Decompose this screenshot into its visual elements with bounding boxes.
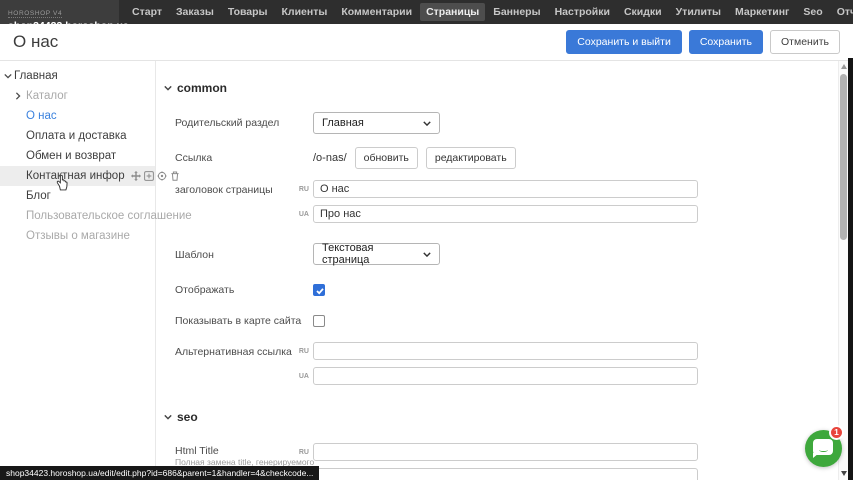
nav-discounts[interactable]: Скидки	[618, 3, 668, 21]
link-update-button[interactable]: обновить	[355, 147, 418, 169]
tree-item-blog[interactable]: Блог	[0, 186, 155, 206]
lang-badge-ru: RU	[296, 449, 309, 456]
chevron-down-icon	[423, 252, 431, 257]
status-url-tooltip: shop34423.horoshop.ua/edit/edit.php?id=6…	[0, 466, 319, 480]
section-common[interactable]: common	[164, 81, 227, 95]
alt-link-label: Альтернативная ссылка	[175, 346, 292, 358]
link-value: /o-nas/	[313, 152, 347, 164]
scroll-down-arrow-icon[interactable]	[841, 471, 847, 476]
link-label: Ссылка	[175, 152, 212, 164]
nav-pages[interactable]: Страницы	[420, 3, 485, 21]
html-title-ua-input[interactable]	[313, 468, 698, 480]
tree-item-payment-delivery[interactable]: Оплата и доставка	[0, 126, 155, 146]
tree-item-home[interactable]: Главная	[0, 66, 155, 86]
page-title-ua-input[interactable]	[313, 205, 698, 223]
lang-badge-ua: UA	[296, 211, 309, 218]
tree-item-contact-info[interactable]: Контактная инфор	[0, 166, 155, 186]
tree-item-label: Пользовательское соглашение	[26, 210, 192, 222]
tree-item-label: Отзывы о магазине	[26, 230, 130, 242]
chevron-down-icon	[164, 85, 172, 91]
tree-item-label: Обмен и возврат	[26, 150, 116, 162]
page-title-label: заголовок страницы	[175, 184, 273, 196]
tree-item-label: Оплата и доставка	[26, 130, 127, 142]
tree-item-exchange-return[interactable]: Обмен и возврат	[0, 146, 155, 166]
tree-item-label: О нас	[26, 110, 57, 122]
nav-seo[interactable]: Seo	[797, 3, 828, 21]
topbar: HOROSHOP V4 shop34423.horoshop.ua Старт …	[0, 0, 853, 24]
alt-link-ua-input[interactable]	[313, 367, 698, 385]
scrollbar-thumb[interactable]	[840, 74, 847, 240]
save-and-exit-button[interactable]: Сохранить и выйти	[566, 30, 682, 55]
nav-reports[interactable]: Отчеты	[831, 3, 853, 21]
lang-badge-ru: RU	[296, 348, 309, 355]
header-buttons: Сохранить и выйти Сохранить Отменить	[566, 30, 840, 55]
nav-clients[interactable]: Клиенты	[276, 3, 334, 21]
add-page-icon[interactable]	[144, 171, 154, 181]
chat-bubble-tail	[813, 453, 819, 458]
window-edge	[848, 58, 853, 480]
template-label: Шаблон	[175, 249, 214, 261]
tree-item-about[interactable]: О нас	[0, 106, 155, 126]
section-seo[interactable]: seo	[164, 410, 198, 424]
pages-tree-sidebar: Главная Каталог О нас Оплата и доставка …	[0, 61, 156, 480]
parent-section-select[interactable]: Главная	[313, 112, 440, 134]
tree-item-actions	[131, 171, 180, 181]
tree-item-label: Каталог	[26, 90, 68, 102]
display-label: Отображать	[175, 284, 234, 296]
check-icon	[315, 286, 325, 296]
tree-item-label: Контактная инфор	[26, 170, 125, 182]
logo-domain: shop34423.horoshop.ua	[8, 20, 119, 32]
move-icon[interactable]	[131, 171, 141, 181]
chat-smile-icon	[819, 448, 828, 452]
logo-version-tag: HOROSHOP V4	[8, 10, 62, 18]
nav-products[interactable]: Товары	[222, 3, 274, 21]
select-value: Текстовая страница	[322, 242, 423, 266]
tree-item-store-reviews[interactable]: Отзывы о магазине	[0, 226, 155, 246]
chevron-right-icon[interactable]	[15, 92, 21, 100]
alt-link-ru-input[interactable]	[313, 342, 698, 360]
select-value: Главная	[322, 117, 364, 129]
lang-badge-ua: UA	[296, 373, 309, 380]
chevron-down-icon	[423, 121, 431, 126]
chat-button[interactable]: 1	[805, 430, 842, 467]
tree-item-label: Главная	[14, 70, 58, 82]
link-row: /o-nas/ обновить редактировать	[313, 147, 516, 169]
page-edit-form: common Родительский раздел Главная Ссылк…	[157, 61, 838, 480]
save-button[interactable]: Сохранить	[689, 30, 763, 55]
sitemap-label: Показывать в карте сайта	[175, 315, 301, 327]
nav-utilities[interactable]: Утилиты	[670, 3, 727, 21]
parent-section-label: Родительский раздел	[175, 117, 279, 129]
page-title: О нас	[13, 32, 58, 52]
section-title: seo	[177, 410, 198, 424]
link-edit-button[interactable]: редактировать	[426, 147, 516, 169]
nav-marketing[interactable]: Маркетинг	[729, 3, 795, 21]
html-title-label: Html Title	[175, 445, 219, 457]
scroll-up-arrow-icon[interactable]	[841, 64, 847, 69]
nav-orders[interactable]: Заказы	[170, 3, 220, 21]
html-title-ru-input[interactable]	[313, 443, 698, 461]
template-select[interactable]: Текстовая страница	[313, 243, 440, 265]
tree-item-catalog[interactable]: Каталог	[0, 86, 155, 106]
sitemap-checkbox[interactable]	[313, 315, 325, 327]
chat-widget[interactable]: 1	[805, 430, 842, 467]
nav-settings[interactable]: Настройки	[549, 3, 616, 21]
lang-badge-ru: RU	[296, 186, 309, 193]
tree-item-user-agreement[interactable]: Пользовательское соглашение	[0, 206, 155, 226]
section-title: common	[177, 81, 227, 95]
settings-icon[interactable]	[157, 171, 167, 181]
delete-icon[interactable]	[170, 171, 180, 181]
chevron-down-icon	[164, 414, 172, 420]
page-title-ru-input[interactable]	[313, 180, 698, 198]
tree-item-label: Блог	[26, 190, 51, 202]
chevron-down-icon[interactable]	[4, 73, 12, 79]
vertical-scrollbar[interactable]	[838, 61, 848, 480]
chat-unread-badge: 1	[829, 425, 844, 440]
nav-comments[interactable]: Комментарии	[335, 3, 418, 21]
nav-start[interactable]: Старт	[126, 3, 168, 21]
display-checkbox[interactable]	[313, 284, 325, 296]
cancel-button[interactable]: Отменить	[770, 30, 840, 55]
main-nav: Старт Заказы Товары Клиенты Комментарии …	[125, 3, 853, 21]
logo[interactable]: HOROSHOP V4 shop34423.horoshop.ua	[0, 0, 119, 24]
nav-banners[interactable]: Баннеры	[487, 3, 546, 21]
